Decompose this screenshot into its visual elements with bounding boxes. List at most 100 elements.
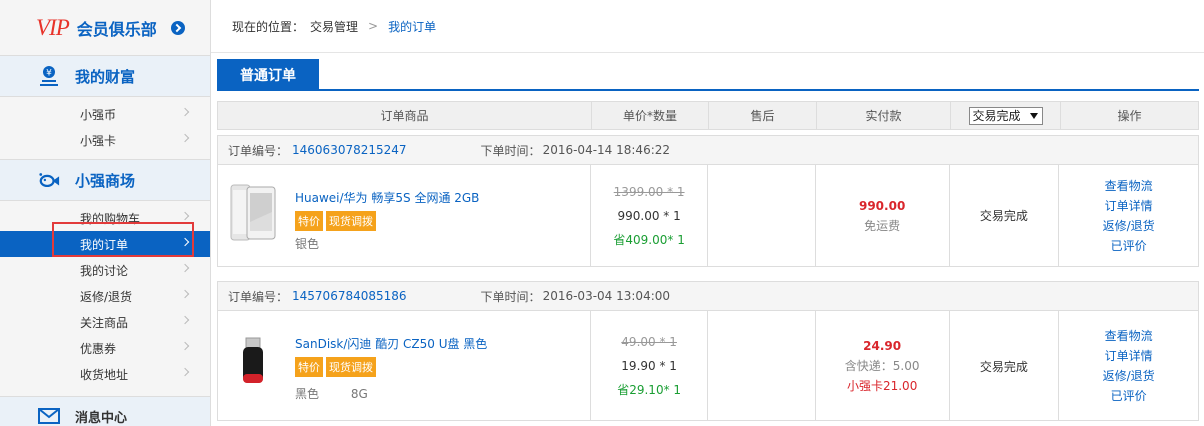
breadcrumb-prefix: 现在的位置：	[232, 19, 305, 34]
tag-stock: 现货调拨	[326, 357, 376, 377]
product-tags: 特价 现货调拨	[295, 211, 379, 231]
price-cell: 1399.00 * 1 990.00 * 1 省409.00* 1	[591, 165, 708, 266]
sidebar-item-label: 我的讨论	[80, 263, 129, 278]
vip-club-header[interactable]: VIP 会员俱乐部	[0, 0, 210, 56]
breadcrumb-current[interactable]: 我的订单	[388, 18, 436, 35]
header-status: 交易完成	[951, 102, 1061, 129]
chevron-right-icon	[180, 133, 190, 143]
unit-price: 19.90 * 1	[621, 359, 677, 373]
envelope-icon	[38, 405, 60, 426]
order-card: 订单编号： 146063078215247 下单时间： 2016-04-14 1…	[217, 135, 1199, 267]
tag-stock: 现货调拨	[326, 211, 376, 231]
sidebar-item-label: 优惠券	[80, 341, 117, 356]
sidebar-item-label: 关注商品	[80, 315, 129, 330]
reviewed-link[interactable]: 已评价	[1111, 236, 1147, 256]
original-price: 1399.00 * 1	[613, 184, 685, 199]
money-icon: ¥	[38, 65, 60, 87]
header-paid: 实付款	[817, 102, 951, 129]
product-name-link[interactable]: SanDisk/闪迪 酷刃 CZ50 U盘 黑色	[295, 335, 487, 352]
sidebar-item-address[interactable]: 收货地址	[0, 361, 210, 387]
order-status: 交易完成	[979, 359, 1028, 374]
main-content: 现在的位置： 交易管理 > 我的订单 普通订单 订单商品 单价*数量 售后 实付…	[211, 0, 1204, 426]
sidebar-item-returns[interactable]: 返修/退货	[0, 283, 210, 309]
return-link[interactable]: 返修/退货	[1103, 216, 1155, 236]
phone-thumbnail[interactable]	[229, 182, 279, 244]
sidebar-item-coupons[interactable]: 优惠券	[0, 335, 210, 361]
sidebar-item-label: 小强卡	[80, 133, 117, 148]
sidebar: VIP 会员俱乐部 ¥ 我的财富 小强币 小强卡 小强商场 我的购物车 我的订单…	[0, 0, 211, 426]
order-time: 2016-03-04 13:04:00	[542, 289, 671, 303]
savings-amount: 409.00* 1	[625, 232, 685, 247]
product-attrs: 黑色 8G	[295, 385, 368, 402]
section-message[interactable]: 消息中心	[0, 396, 210, 426]
goods-cell: Huawei/华为 畅享5S 全网通 2GB 特价 现货调拨 银色	[218, 165, 592, 266]
order-details-link[interactable]: 订单详情	[1105, 346, 1153, 366]
order-time: 2016-04-14 18:46:22	[542, 143, 671, 157]
order-status: 交易完成	[979, 209, 1028, 223]
paid-amount: 990.00	[858, 198, 906, 213]
savings: 省409.00* 1	[613, 228, 684, 252]
sidebar-item-label: 收货地址	[80, 367, 129, 382]
section-title-mall: 小强商场	[75, 171, 136, 190]
order-no[interactable]: 146063078215247	[292, 143, 407, 157]
view-logistics-link[interactable]: 查看物流	[1105, 326, 1153, 346]
paid-amount: 24.90	[863, 339, 902, 353]
sidebar-item-discussions[interactable]: 我的讨论	[0, 257, 210, 283]
sidebar-item-label: 返修/退货	[80, 289, 133, 304]
savings-prefix: 省	[617, 383, 630, 397]
vip-club-title: 会员俱乐部	[76, 19, 157, 39]
breadcrumb: 现在的位置： 交易管理 > 我的订单	[211, 0, 1204, 53]
original-price: 49.00 * 1	[621, 335, 677, 349]
actions-cell: 查看物流 订单详情 返修/退货 已评价	[1059, 165, 1198, 266]
status-cell: 交易完成	[950, 165, 1060, 266]
product-capacity: 8G	[350, 387, 368, 401]
sidebar-item-coin[interactable]: 小强币	[0, 101, 210, 127]
sidebar-item-favorites[interactable]: 关注商品	[0, 309, 210, 335]
product-attrs: 银色	[295, 235, 319, 252]
status-filter-select[interactable]: 交易完成	[968, 106, 1043, 125]
section-wealth: ¥ 我的财富	[0, 56, 210, 97]
after-sales-cell	[708, 165, 816, 266]
vip-logo: VIP	[36, 14, 70, 40]
section-title-wealth: 我的财富	[75, 67, 136, 86]
status-cell: 交易完成	[950, 311, 1060, 421]
order-header: 订单编号： 146063078215247 下单时间： 2016-04-14 1…	[218, 136, 1198, 165]
breadcrumb-separator: >	[368, 19, 379, 33]
product-color: 黑色	[295, 387, 320, 401]
savings-prefix: 省	[613, 232, 626, 247]
product-color: 银色	[295, 237, 320, 251]
return-link[interactable]: 返修/退货	[1103, 366, 1155, 386]
after-sales-cell	[708, 311, 816, 421]
chevron-right-icon	[180, 211, 190, 221]
goods-cell: SanDisk/闪迪 酷刃 CZ50 U盘 黑色 特价 现货调拨 黑色 8G	[218, 311, 592, 421]
shipping-note: 含快递：5.00	[844, 359, 920, 373]
arrow-right-icon[interactable]	[170, 20, 185, 35]
paid-cell: 24.90 含快递：5.00 小强卡21.00	[816, 311, 950, 421]
savings-amount: 29.10* 1	[629, 383, 682, 397]
paid-cell: 990.00 免运费	[816, 165, 950, 266]
sidebar-item-card[interactable]: 小强卡	[0, 127, 210, 153]
order-no[interactable]: 145706784085186	[292, 289, 407, 303]
reviewed-link[interactable]: 已评价	[1111, 386, 1147, 406]
chevron-right-icon	[180, 263, 190, 273]
order-time-label: 下单时间：	[480, 289, 541, 304]
chevron-right-icon	[180, 315, 190, 325]
product-tags: 特价 现货调拨	[295, 357, 379, 377]
chevron-right-icon	[180, 107, 190, 117]
breadcrumb-level1[interactable]: 交易管理	[310, 18, 358, 35]
actions-cell: 查看物流 订单详情 返修/退货 已评价	[1059, 311, 1198, 421]
order-row: SanDisk/闪迪 酷刃 CZ50 U盘 黑色 特价 现货调拨 黑色 8G 4…	[218, 311, 1198, 421]
chevron-right-icon	[180, 341, 190, 351]
shipping-note: 免运费	[864, 218, 901, 233]
sidebar-item-label: 小强币	[80, 107, 117, 122]
product-name-link[interactable]: Huawei/华为 畅享5S 全网通 2GB	[295, 189, 479, 206]
usb-drive-thumbnail[interactable]	[229, 328, 279, 390]
order-row: Huawei/华为 畅享5S 全网通 2GB 特价 现货调拨 银色 1399.0…	[218, 165, 1198, 266]
view-logistics-link[interactable]: 查看物流	[1105, 176, 1153, 196]
tab-normal-orders[interactable]: 普通订单	[217, 59, 319, 91]
order-no-label: 订单编号：	[228, 289, 289, 304]
chevron-right-icon	[180, 289, 190, 299]
highlight-box	[52, 222, 194, 257]
header-goods: 订单商品	[218, 102, 592, 129]
order-details-link[interactable]: 订单详情	[1105, 196, 1153, 216]
